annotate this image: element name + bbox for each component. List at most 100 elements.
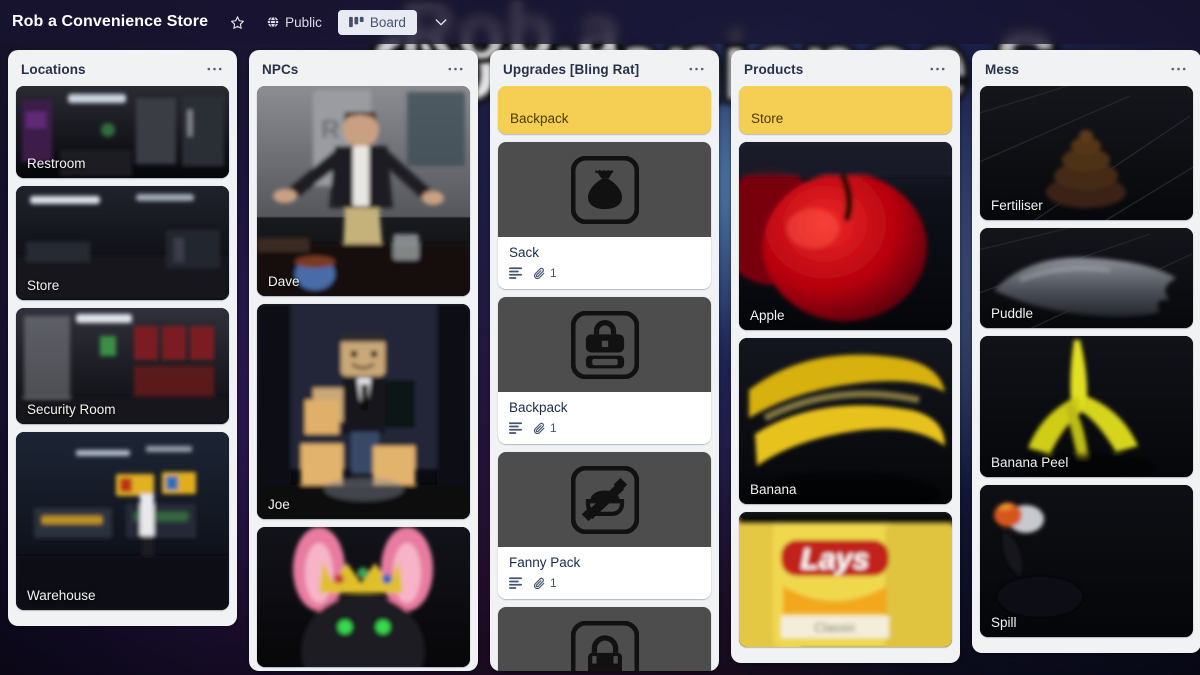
- fannypack-icon: [498, 452, 711, 547]
- board-list: Mess Fertiliser Puddle Banana Peel Spill: [972, 50, 1200, 653]
- list-cards[interactable]: R Dave Joe: [249, 86, 478, 671]
- upgrade-card[interactable]: Sack 1: [498, 142, 711, 289]
- cover-card[interactable]: Security Room: [16, 308, 229, 424]
- cover-card[interactable]: Store: [16, 186, 229, 300]
- card-cover-image: [739, 338, 952, 504]
- upgrade-card[interactable]: Fanny Pack 1: [498, 452, 711, 599]
- list-header: Upgrades [Bling Rat]: [490, 50, 719, 86]
- card-title: Backpack: [509, 400, 568, 415]
- attachment-badge: 1: [533, 421, 557, 435]
- cover-card[interactable]: Fertiliser: [980, 86, 1193, 220]
- card-cover-image: [257, 304, 470, 519]
- list-title[interactable]: NPCs: [262, 62, 298, 77]
- svg-text:R: R: [321, 114, 340, 144]
- attachment-badge: 1: [533, 576, 557, 590]
- attachment-count: 1: [550, 421, 557, 435]
- list-cards[interactable]: Store Apple Banana Lays Classic: [731, 86, 960, 663]
- cover-card[interactable]: [257, 527, 470, 667]
- board-lists-container: Locations Restroom Store Security Room W…: [0, 44, 1200, 675]
- card-title: Dave: [268, 274, 300, 289]
- list-title[interactable]: Locations: [21, 62, 86, 77]
- card-cover-image: Lays Classic: [739, 512, 952, 647]
- cover-card[interactable]: Restroom: [16, 86, 229, 178]
- card-title: Banana Peel: [991, 455, 1069, 470]
- list-header: Mess: [972, 50, 1200, 86]
- list-title[interactable]: Products: [744, 62, 803, 77]
- cover-card[interactable]: Banana Peel: [980, 336, 1193, 477]
- board-title: Rob a Convenience Store: [12, 13, 209, 30]
- board-view-icon: [348, 16, 364, 29]
- board-view-button[interactable]: Board: [337, 9, 417, 35]
- card-title: Security Room: [27, 402, 116, 417]
- attachment-icon: [533, 577, 546, 590]
- list-menu-icon[interactable]: [1166, 61, 1191, 77]
- board-list: Products Store Apple Banana Lays Classic: [731, 50, 960, 663]
- card-cover-image: [739, 142, 952, 330]
- label-card-title: Backpack: [510, 111, 569, 126]
- cover-card[interactable]: Warehouse: [16, 432, 229, 610]
- board-list: NPCs R Dave Joe: [249, 50, 478, 671]
- card-info: Fanny Pack 1: [498, 547, 711, 599]
- cover-card[interactable]: R Dave: [257, 86, 470, 296]
- attachment-count: 1: [550, 266, 557, 280]
- card-title: Fanny Pack: [509, 555, 581, 570]
- card-title: Spill: [991, 615, 1017, 630]
- attachment-icon: [533, 422, 546, 435]
- cover-card[interactable]: Lays Classic: [739, 512, 952, 647]
- svg-text:Classic: Classic: [814, 620, 856, 635]
- card-title: Joe: [268, 497, 290, 512]
- list-title[interactable]: Mess: [985, 62, 1019, 77]
- cover-card[interactable]: Banana: [739, 338, 952, 504]
- board-list: Upgrades [Bling Rat] Backpack Sack 1 Bac…: [490, 50, 719, 671]
- list-cards[interactable]: Backpack Sack 1 Backpack 1 Fanny Pack 1: [490, 86, 719, 671]
- card-info: Backpack 1: [498, 392, 711, 444]
- cover-card[interactable]: Apple: [739, 142, 952, 330]
- list-header: Products: [731, 50, 960, 86]
- card-cover-image: [257, 527, 470, 667]
- description-icon: [509, 267, 522, 279]
- chevron-down-icon[interactable]: [427, 12, 455, 32]
- upgrade-card[interactable]: [498, 607, 711, 671]
- card-info: Sack 1: [498, 237, 711, 289]
- card-cover-image: R: [257, 86, 470, 296]
- list-header: NPCs: [249, 50, 478, 86]
- svg-text:Lays: Lays: [801, 543, 869, 576]
- list-menu-icon[interactable]: [925, 61, 950, 77]
- description-icon: [509, 422, 522, 434]
- board-topbar: Rob a Convenience Store Public Board: [0, 0, 1200, 44]
- description-icon: [509, 577, 522, 589]
- label-card-title: Store: [751, 111, 784, 126]
- backpack-icon: [498, 297, 711, 392]
- list-menu-icon[interactable]: [443, 61, 468, 77]
- card-title: Warehouse: [27, 588, 96, 603]
- card-title: Puddle: [991, 306, 1034, 321]
- attachment-badge: 1: [533, 266, 557, 280]
- board-list: Locations Restroom Store Security Room W…: [8, 50, 237, 626]
- attachment-icon: [533, 267, 546, 280]
- list-header: Locations: [8, 50, 237, 86]
- list-menu-icon[interactable]: [202, 61, 227, 77]
- globe-icon: [266, 15, 280, 29]
- list-title[interactable]: Upgrades [Bling Rat]: [503, 62, 639, 77]
- board-visibility[interactable]: Public: [260, 12, 328, 33]
- label-card[interactable]: Backpack: [498, 86, 711, 134]
- list-menu-icon[interactable]: [684, 61, 709, 77]
- card-title: Sack: [509, 245, 540, 260]
- upgrade-card[interactable]: Backpack 1: [498, 297, 711, 444]
- card-title: Banana: [750, 482, 797, 497]
- label-card[interactable]: Store: [739, 86, 952, 134]
- card-title: Store: [27, 278, 60, 293]
- card-title: Fertiliser: [991, 198, 1043, 213]
- list-cards[interactable]: Restroom Store Security Room Warehouse: [8, 86, 237, 626]
- sack-icon: [498, 142, 711, 237]
- list-cards[interactable]: Fertiliser Puddle Banana Peel Spill: [972, 86, 1200, 653]
- cover-card[interactable]: Spill: [980, 485, 1193, 637]
- card-badges: 1: [509, 576, 700, 590]
- card-title: Restroom: [27, 156, 86, 171]
- cover-card[interactable]: Joe: [257, 304, 470, 519]
- card-cover-image: [16, 432, 229, 610]
- board-visibility-label: Public: [285, 14, 322, 30]
- star-icon[interactable]: [224, 9, 250, 35]
- cover-card[interactable]: Puddle: [980, 228, 1193, 328]
- attachment-count: 1: [550, 576, 557, 590]
